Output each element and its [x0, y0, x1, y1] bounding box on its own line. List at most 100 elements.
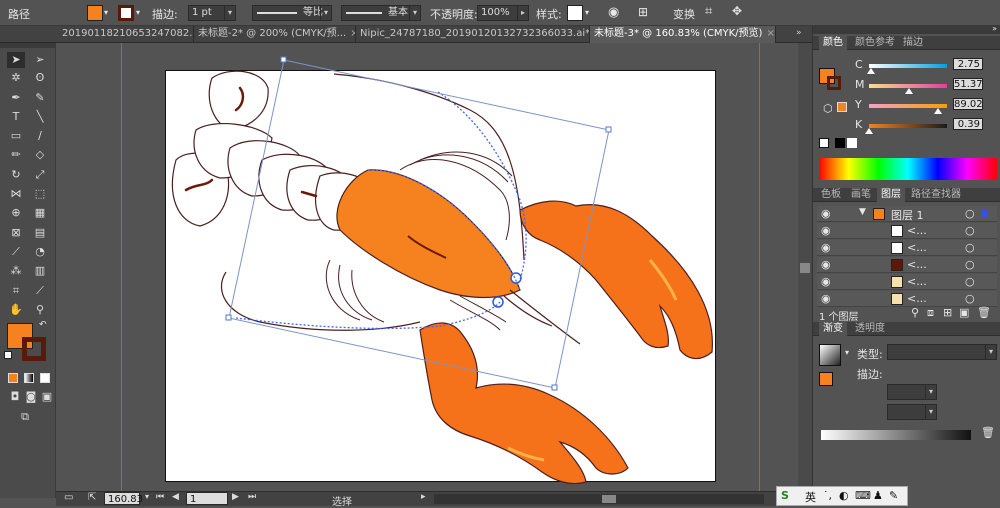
layer-row[interactable]: ◉ ▼ 图层 1 ○ [817, 206, 997, 222]
channel-k-value[interactable]: 0.39 [953, 118, 983, 130]
sublayer-row[interactable]: ◉ <... ○ [817, 274, 997, 290]
channel-m-slider[interactable] [869, 84, 947, 94]
eye-icon[interactable]: ◉ [821, 275, 831, 288]
lobster-claw-lower [419, 322, 629, 485]
sublayer-row[interactable]: ◉ <... ○ [817, 257, 997, 273]
target-icon[interactable]: ○ [965, 224, 975, 237]
delete-stop-icon[interactable]: 🗑 [981, 426, 995, 439]
ime-toolbar: S 英 ˙, ◐ ⌨ ♟ ✎ [776, 486, 908, 506]
color-panel-stroke[interactable] [827, 76, 841, 90]
tab-transparency[interactable]: 透明度 [851, 322, 889, 336]
tail-fan-upper [208, 70, 269, 131]
color-spectrum[interactable] [819, 158, 997, 180]
sublayer-row[interactable]: ◉ <... ○ [817, 291, 997, 307]
delete-layer-icon[interactable]: 🗑 [977, 306, 991, 319]
channel-m-value[interactable]: 51.37 [953, 78, 983, 90]
slider-handle[interactable] [865, 128, 874, 134]
tab-pathfinder[interactable]: 路径查找器 [907, 188, 965, 202]
keyboard-icon[interactable]: ⌨ [855, 489, 871, 502]
chevron-down-icon[interactable]: ▾ [845, 348, 849, 357]
black-swatch[interactable] [835, 138, 845, 148]
sublayer-name[interactable]: <... [907, 224, 927, 237]
channel-y-slider[interactable] [869, 104, 947, 114]
tab-layers[interactable]: 图层 [877, 188, 905, 202]
slider-handle[interactable] [905, 88, 914, 94]
settings-icon[interactable]: ✎ [889, 489, 898, 502]
mic-icon[interactable]: ◐ [839, 489, 849, 502]
sublayer-row[interactable]: ◉ <... ○ [817, 223, 997, 239]
sublayer-name[interactable]: <... [907, 241, 927, 254]
layers-panel-tabs: 色板 画笔 图层 路径查找器 [813, 188, 1000, 202]
artboard-field[interactable]: 1 [186, 492, 228, 505]
lobster-claw-upper [519, 200, 713, 360]
channel-c-value[interactable]: 2.75 [953, 58, 983, 70]
scrollbar-thumb[interactable] [800, 263, 810, 273]
eye-icon[interactable]: ◉ [821, 292, 831, 305]
new-layer-icon[interactable]: ▣ [959, 306, 969, 319]
channel-c-slider[interactable] [867, 64, 947, 74]
first-artboard-icon[interactable]: ⏮ [156, 492, 164, 502]
gradient-slider[interactable] [821, 430, 971, 440]
vertical-scrollbar[interactable] [798, 43, 812, 491]
gradient-type-dropdown[interactable]: ▾ [887, 344, 997, 360]
export-icon[interactable]: ⇱ [88, 492, 96, 503]
clipping-mask-icon[interactable]: ⧈ [927, 306, 934, 320]
new-sublayer-icon[interactable]: ⊞ [943, 306, 952, 319]
slider-handle[interactable] [934, 108, 943, 114]
sublayer-name[interactable]: <... [907, 275, 927, 288]
tab-swatches[interactable]: 色板 [817, 188, 845, 202]
gradient-angle-field[interactable]: ▾ [887, 384, 937, 400]
punctuation-icon[interactable]: ˙, [823, 489, 832, 502]
zoom-field[interactable]: 160.83 [104, 492, 143, 505]
dock-grip[interactable]: » [813, 24, 1000, 34]
status-arrow-icon[interactable]: ▸ [421, 492, 426, 502]
tab-gradient[interactable]: 渐变 [819, 322, 847, 336]
horizontal-scrollbar[interactable] [434, 494, 764, 504]
sublayer-name[interactable]: <... [907, 292, 927, 305]
target-icon[interactable]: ○ [965, 292, 975, 305]
eye-icon[interactable]: ◉ [821, 241, 831, 254]
selected-art-indicator[interactable] [981, 210, 988, 217]
prev-artboard-icon[interactable]: ◀ [172, 492, 179, 502]
tab-color-guide[interactable]: 颜色参考 [851, 36, 899, 50]
last-artboard-icon[interactable]: ⏭ [248, 492, 256, 502]
chevron-down-icon[interactable]: ▾ [145, 492, 149, 501]
gamut-swatch[interactable] [837, 102, 847, 112]
target-icon[interactable]: ○ [965, 275, 975, 288]
channel-c-label: C [855, 58, 863, 71]
sublayer-thumbnail [891, 276, 903, 288]
disclosure-triangle-icon[interactable]: ▼ [859, 207, 866, 217]
user-icon[interactable]: ♟ [873, 489, 883, 502]
locate-object-icon[interactable]: ⚲ [911, 306, 919, 319]
tab-brushes[interactable]: 画笔 [847, 188, 875, 202]
sublayer-row[interactable]: ◉ <... ○ [817, 240, 997, 256]
next-artboard-icon[interactable]: ▶ [232, 492, 239, 502]
gradient-preview[interactable] [819, 344, 841, 366]
scrollbar-thumb[interactable] [602, 495, 616, 503]
channel-y-value[interactable]: 89.02 [953, 98, 983, 110]
tab-stroke[interactable]: 描边 [899, 36, 927, 50]
slider-handle[interactable] [867, 68, 876, 74]
sublayer-name[interactable]: <... [907, 258, 927, 271]
ime-logo-icon[interactable]: S [781, 489, 789, 502]
channel-k-label: K [855, 118, 863, 131]
eye-icon[interactable]: ◉ [821, 207, 831, 220]
channel-k-slider[interactable] [865, 124, 947, 134]
gradient-stroke-label: 描边: [857, 368, 883, 381]
tab-color[interactable]: 颜色 [819, 36, 847, 50]
white-swatch[interactable] [847, 138, 857, 148]
eye-icon[interactable]: ◉ [821, 258, 831, 271]
sublayer-thumbnail [891, 259, 903, 271]
eye-icon[interactable]: ◉ [821, 224, 831, 237]
status-left-icon[interactable]: ▭ [64, 492, 73, 503]
gradient-aspect-field[interactable]: ▾ [887, 404, 937, 420]
none-swatch[interactable] [819, 138, 829, 148]
target-icon[interactable]: ○ [965, 207, 975, 220]
target-icon[interactable]: ○ [965, 241, 975, 254]
out-of-gamut-icon[interactable]: ⬡ [823, 102, 833, 115]
gradient-fill-swatch[interactable] [819, 372, 833, 386]
layer-name[interactable]: 图层 1 [891, 207, 924, 223]
target-icon[interactable]: ○ [965, 258, 975, 271]
ime-language[interactable]: 英 [805, 489, 816, 505]
gradient-type-label: 类型: [857, 348, 883, 361]
